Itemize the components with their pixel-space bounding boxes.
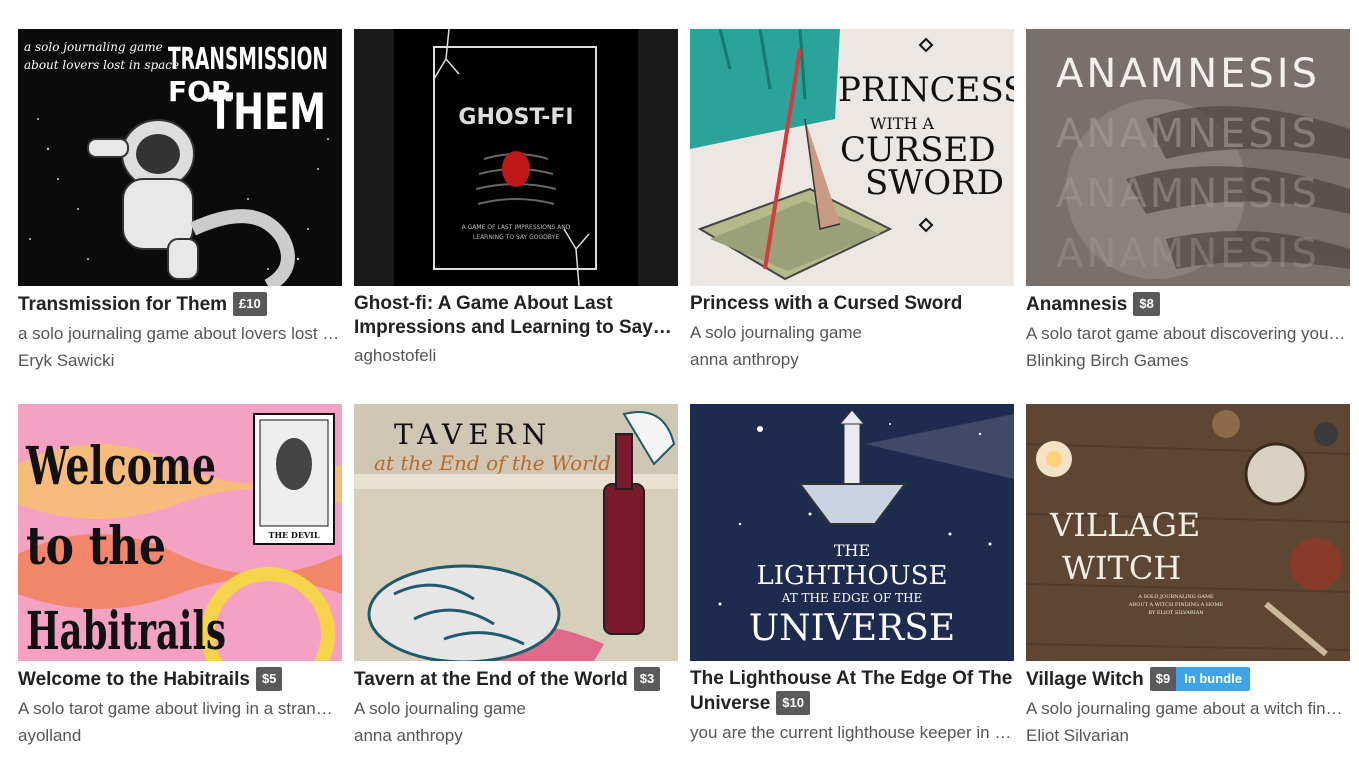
game-description: A solo tarot game about living in a stra… [18, 699, 342, 718]
game-cell: VILLAGE WITCH A SOLO JOURNALING GAME ABO… [1026, 404, 1350, 779]
game-description: A solo journaling game about a witch fin… [1026, 699, 1350, 718]
price-badge: £10 [233, 292, 267, 316]
game-cover-image: TAVERN at the End of the World [354, 404, 678, 661]
cover-text: ABOUT A WITCH FINDING A HOME [1128, 602, 1224, 608]
game-author-link[interactable]: ayolland [18, 725, 342, 747]
cover-text: THEM [208, 83, 326, 141]
game-title-link[interactable]: Welcome to the Habitrails [18, 669, 250, 690]
cover-text: Habitrails [26, 601, 226, 661]
game-cell: ANAMNESIS ANAMNESIS ANAMNESIS ANAMNESIS … [1026, 29, 1350, 404]
cover-text: A GAME OF LAST IMPRESSIONS AND [462, 224, 571, 231]
cover-text: AT THE EDGE OF THE [781, 591, 923, 605]
game-cover-link[interactable]: THE DEVIL Welcome to the Habitrails [18, 404, 342, 661]
game-title-link[interactable]: Transmission for Them [18, 294, 227, 315]
game-cell: TAVERN at the End of the World Tavern at… [354, 404, 678, 779]
game-cover-link[interactable]: PRINCESS WITH A CURSED SWORD [690, 29, 1014, 286]
cover-text: PRINCESS [838, 70, 1014, 110]
cover-text: LEARNING TO SAY GOODBYE [473, 234, 559, 241]
game-cover-link[interactable]: THE LIGHTHOUSE AT THE EDGE OF THE UNIVER… [690, 404, 1014, 661]
cover-text: WITCH [1062, 549, 1181, 587]
game-title-link[interactable]: Ghost-fi: A Game About Last Impressions … [354, 293, 672, 340]
game-description: A solo journaling game [354, 699, 527, 718]
cover-text: SWORD [865, 163, 1004, 203]
game-grid: a solo journaling game about lovers lost… [18, 29, 1350, 779]
cover-text: to the [26, 516, 166, 577]
game-author-link[interactable]: anna anthropy [690, 349, 1014, 371]
game-cover-image: a solo journaling game about lovers lost… [18, 29, 342, 286]
price-badge: $3 [633, 667, 661, 691]
game-cover-link[interactable]: ANAMNESIS ANAMNESIS ANAMNESIS ANAMNESIS [1026, 29, 1350, 286]
game-cell: THE LIGHTHOUSE AT THE EDGE OF THE UNIVER… [690, 404, 1014, 779]
cover-text: LIGHTHOUSE [756, 561, 947, 591]
bundle-badge[interactable]: In bundle [1176, 667, 1250, 691]
game-title-link[interactable]: Tavern at the End of the World [354, 669, 628, 690]
game-author-link[interactable]: aghostofeli [354, 345, 678, 367]
game-title-link[interactable]: Anamnesis [1026, 294, 1127, 315]
price-badge: $8 [1133, 292, 1160, 316]
game-description: you are the current lighthouse keeper in… [690, 723, 1014, 742]
game-cover-image: PRINCESS WITH A CURSED SWORD [690, 29, 1014, 286]
cover-text: TRANSMISSION [168, 42, 328, 77]
game-title-row: Tavern at the End of the World $3 [354, 667, 678, 692]
game-author-link[interactable]: anna anthropy [354, 725, 678, 747]
price-badge: $10 [776, 691, 810, 715]
cover-text: Welcome [25, 436, 216, 497]
game-author-link[interactable]: Eryk Sawicki [18, 350, 342, 372]
game-author-link[interactable]: Eliot Silvarian [1026, 725, 1350, 747]
game-title-link[interactable]: Princess with a Cursed Sword [690, 293, 962, 314]
game-description: a solo journaling game about lovers lost… [18, 324, 342, 343]
game-title-row: Village Witch $9 In bundle [1026, 667, 1350, 692]
game-title-row: The Lighthouse At The Edge Of The Univer… [690, 667, 1014, 716]
game-title-row: Princess with a Cursed Sword [690, 292, 1014, 316]
cover-text: ANAMNESIS [1056, 231, 1320, 277]
game-cover-image: ANAMNESIS ANAMNESIS ANAMNESIS ANAMNESIS [1026, 29, 1350, 286]
game-cell: GHOST-FI A GAME OF LAST IMPRESSIONS AND … [354, 29, 678, 404]
cover-text: BY ELIOT SILVARIAN [1148, 610, 1204, 616]
game-cover-link[interactable]: VILLAGE WITCH A SOLO JOURNALING GAME ABO… [1026, 404, 1350, 661]
game-author-link[interactable]: Blinking Birch Games [1026, 350, 1350, 372]
game-cover-image: THE DEVIL Welcome to the Habitrails [18, 404, 342, 661]
cover-text: ANAMNESIS [1056, 171, 1320, 217]
cover-text: UNIVERSE [749, 608, 955, 649]
game-cover-link[interactable]: TAVERN at the End of the World [354, 404, 678, 661]
price-badge: $5 [255, 667, 283, 691]
game-cover-link[interactable]: a solo journaling game about lovers lost… [18, 29, 342, 286]
game-cover-image: THE LIGHTHOUSE AT THE EDGE OF THE UNIVER… [690, 404, 1014, 661]
game-title-row: Transmission for Them £10 [18, 292, 342, 317]
game-cover-link[interactable]: GHOST-FI A GAME OF LAST IMPRESSIONS AND … [354, 29, 678, 286]
cover-text: GHOST-FI [458, 105, 573, 130]
game-description: A solo tarot game about discovering your… [1026, 324, 1350, 343]
cover-text: THE [834, 541, 870, 560]
game-description: A solo journaling game [690, 323, 863, 342]
cover-text: at the End of the World [374, 451, 611, 475]
cover-text: about lovers lost in space [24, 58, 179, 72]
game-title-row: Welcome to the Habitrails $5 [18, 667, 342, 692]
cover-text: ANAMNESIS [1056, 51, 1320, 97]
price-badge: $9 [1149, 667, 1177, 691]
cover-text: a solo journaling game [24, 40, 163, 54]
game-cell: PRINCESS WITH A CURSED SWORD Princess wi… [690, 29, 1014, 404]
game-cover-image: GHOST-FI A GAME OF LAST IMPRESSIONS AND … [354, 29, 678, 286]
cover-text: ANAMNESIS [1056, 111, 1320, 157]
game-title-row: Ghost-fi: A Game About Last Impressions … [354, 292, 678, 340]
cover-text: A SOLO JOURNALING GAME [1137, 594, 1214, 600]
game-title-row: Anamnesis $8 [1026, 292, 1350, 317]
game-cover-image: VILLAGE WITCH A SOLO JOURNALING GAME ABO… [1026, 404, 1350, 661]
game-title-link[interactable]: The Lighthouse At The Edge Of The Univer… [690, 668, 1012, 714]
game-title-link[interactable]: Village Witch [1026, 669, 1144, 690]
cover-text: TAVERN [394, 418, 552, 451]
game-cell: a solo journaling game about lovers lost… [18, 29, 342, 404]
cover-text: THE DEVIL [268, 530, 319, 540]
cover-text: VILLAGE [1049, 506, 1200, 544]
game-cell: THE DEVIL Welcome to the Habitrails Welc… [18, 404, 342, 779]
